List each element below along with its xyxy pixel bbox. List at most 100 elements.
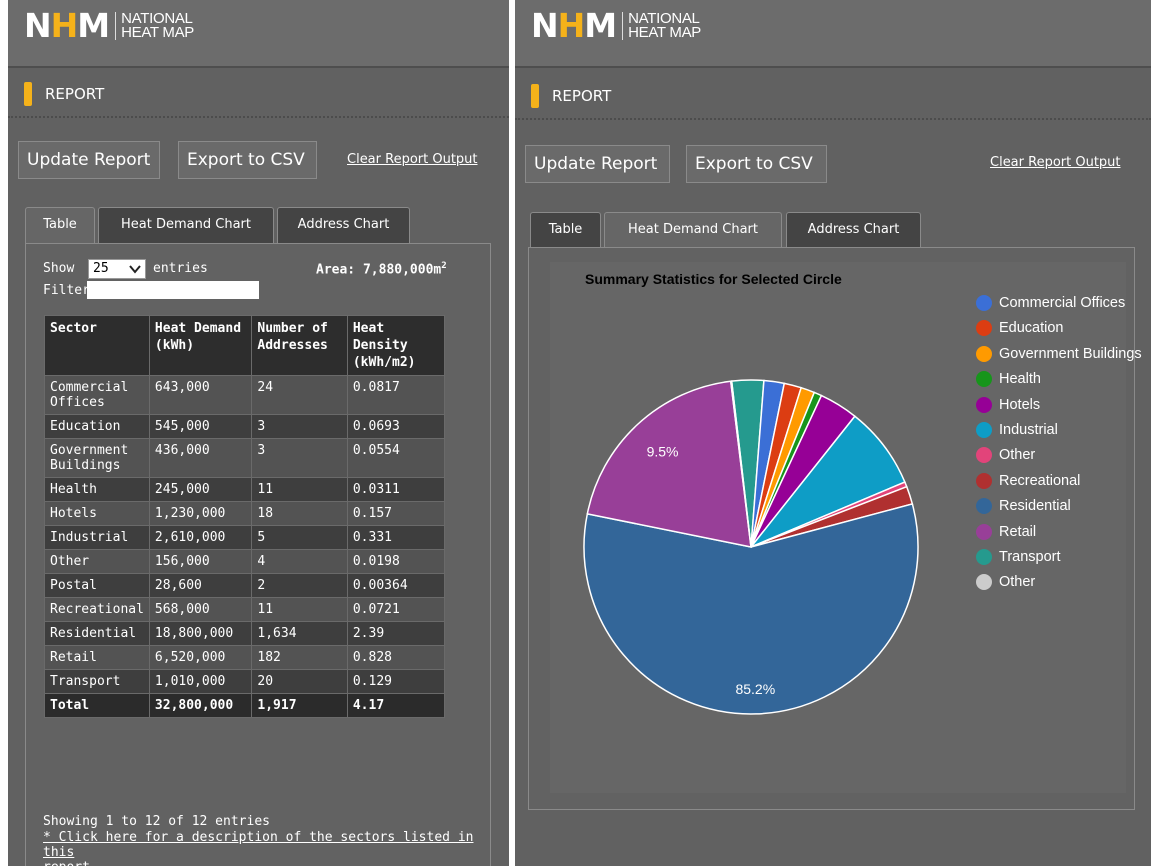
chart-area: Summary Statistics for Selected Circle 9… (550, 262, 1142, 793)
table-cell: 5 (251, 525, 348, 550)
table-cell: Industrial (44, 525, 150, 550)
table-total-cell: Total (44, 693, 150, 718)
legend-item[interactable]: Other (976, 445, 1035, 465)
logo-text: NATIONAL HEAT MAP (121, 10, 194, 41)
update-report-button[interactable]: Update Report (525, 145, 670, 183)
pie-data-label: 9.5% (647, 443, 679, 459)
report-title: REPORT (45, 85, 105, 103)
table-row: Government Buildings 436,000 3 0.0554 (44, 438, 446, 478)
table-cell: 0.828 (346, 645, 446, 670)
legend-swatch (976, 396, 992, 413)
logo-text: NATIONAL HEAT MAP (628, 10, 701, 41)
column-header[interactable]: Number of Addresses (251, 315, 348, 376)
table-cell: 568,000 (148, 597, 253, 622)
legend-label: Other (999, 447, 1036, 464)
logo-mark: NHM (531, 6, 617, 45)
table-cell: 18 (251, 501, 348, 526)
tab-address-chart[interactable]: Address Chart (277, 207, 410, 243)
table-cell: Hotels (44, 501, 150, 526)
legend-item[interactable]: Hotels (976, 395, 1040, 415)
legend-label: Retail (999, 523, 1037, 540)
table-cell: 0.00364 (346, 573, 446, 598)
app-header: NHM NATIONAL HEAT MAP (515, 0, 1151, 68)
table-cell: 11 (251, 597, 348, 622)
left-report-panel: NHM NATIONAL HEAT MAP REPORT Update Repor… (8, 0, 509, 866)
table-cell: 4 (251, 549, 348, 574)
table-cell: Residential (44, 621, 150, 646)
column-header[interactable]: Sector (44, 315, 150, 376)
page-size-select[interactable]: 25 (88, 259, 146, 279)
tab-table[interactable]: Table (25, 207, 95, 244)
table-cell: 18,800,000 (148, 621, 253, 646)
table-cell: 3 (251, 438, 348, 478)
legend-swatch (976, 345, 992, 362)
table-cell: 0.0693 (346, 414, 446, 439)
legend-item[interactable]: Other (976, 572, 1035, 592)
legend-label: Residential (999, 498, 1071, 515)
table-row: Postal 28,600 2 0.00364 (44, 573, 446, 598)
sector-description-link[interactable]: * Click here for a description of the se… (43, 830, 490, 866)
filter-input[interactable] (87, 281, 259, 299)
table-cell: Commercial Offices (44, 375, 150, 415)
table-cell: 11 (251, 477, 348, 502)
legend-item[interactable]: Transport (976, 547, 1061, 567)
filter-label: Filter (43, 283, 90, 298)
export-csv-button[interactable]: Export to CSV (178, 141, 317, 179)
showing-entries-text: Showing 1 to 12 of 12 entries (43, 814, 270, 829)
table-cell: 3 (251, 414, 348, 439)
table-cell: 0.129 (346, 669, 446, 694)
tab-heat-demand-chart[interactable]: Heat Demand Chart (604, 212, 782, 249)
legend-item[interactable]: Residential (976, 496, 1071, 516)
right-report-panel: NHM NATIONAL HEAT MAP REPORT Update Repor… (515, 0, 1151, 866)
tab-heat-demand-chart[interactable]: Heat Demand Chart (98, 207, 274, 243)
export-csv-button[interactable]: Export to CSV (686, 145, 827, 183)
table-total-row: Total 32,800,000 1,917 4.17 (44, 693, 446, 718)
legend-item[interactable]: Recreational (976, 471, 1080, 491)
table-row: Retail 6,520,000 182 0.828 (44, 645, 446, 670)
legend-item[interactable]: Health (976, 369, 1041, 389)
nhm-logo: NHM NATIONAL HEAT MAP (531, 8, 701, 44)
table-cell: 1,230,000 (148, 501, 253, 526)
table-cell: 0.0198 (346, 549, 446, 574)
legend-item[interactable]: Retail (976, 522, 1036, 542)
update-report-button[interactable]: Update Report (18, 141, 160, 179)
table-row: Health 245,000 11 0.0311 (44, 477, 446, 502)
nhm-logo: NHM NATIONAL HEAT MAP (24, 8, 194, 44)
table-row: Commercial Offices 643,000 24 0.0817 (44, 375, 446, 415)
tab-table[interactable]: Table (530, 212, 601, 248)
table-cell: 1,010,000 (148, 669, 253, 694)
legend-item[interactable]: Commercial Offices (976, 293, 1125, 313)
table-cell: 436,000 (148, 438, 253, 478)
table-total-cell: 32,800,000 (148, 693, 253, 718)
table-row: Hotels 1,230,000 18 0.157 (44, 501, 446, 526)
column-header[interactable]: Heat Demand (kWh) (148, 315, 253, 376)
sector-table: Sector Heat Demand (kWh) Number of Addre… (44, 315, 446, 718)
section-marker-icon (24, 82, 32, 106)
column-header[interactable]: Heat Density (kWh/m2) (346, 315, 446, 376)
table-cell: 0.157 (346, 501, 446, 526)
legend-item[interactable]: Industrial (976, 420, 1058, 440)
tab-address-chart[interactable]: Address Chart (786, 212, 921, 248)
legend-label: Industrial (999, 422, 1058, 438)
legend-swatch (976, 422, 992, 438)
table-cell: 2.39 (346, 621, 446, 646)
report-section-header: REPORT (515, 72, 1151, 120)
legend-label: Recreational (999, 472, 1081, 489)
table-cell: Health (44, 477, 150, 502)
table-row: Transport 1,010,000 20 0.129 (44, 669, 446, 694)
legend-item[interactable]: Education (976, 318, 1064, 338)
table-tab-content: Show 25 entries Area: 7,880,000m2 Filter… (25, 243, 491, 866)
table-cell: Other (44, 549, 150, 574)
area-value: Area: 7,880,000m2 (316, 261, 447, 278)
legend-label: Government Buildings (999, 345, 1142, 362)
clear-report-link[interactable]: Clear Report Output (347, 152, 478, 167)
table-cell: Postal (44, 573, 150, 598)
table-cell: 0.0311 (346, 477, 446, 502)
clear-report-link[interactable]: Clear Report Output (990, 155, 1121, 170)
table-cell: 2 (251, 573, 348, 598)
legend-swatch (976, 447, 992, 464)
table-cell: Government Buildings (44, 438, 150, 478)
logo-mark: NHM (24, 6, 110, 45)
legend-item[interactable]: Government Buildings (976, 344, 1142, 364)
table-cell: 20 (251, 669, 348, 694)
